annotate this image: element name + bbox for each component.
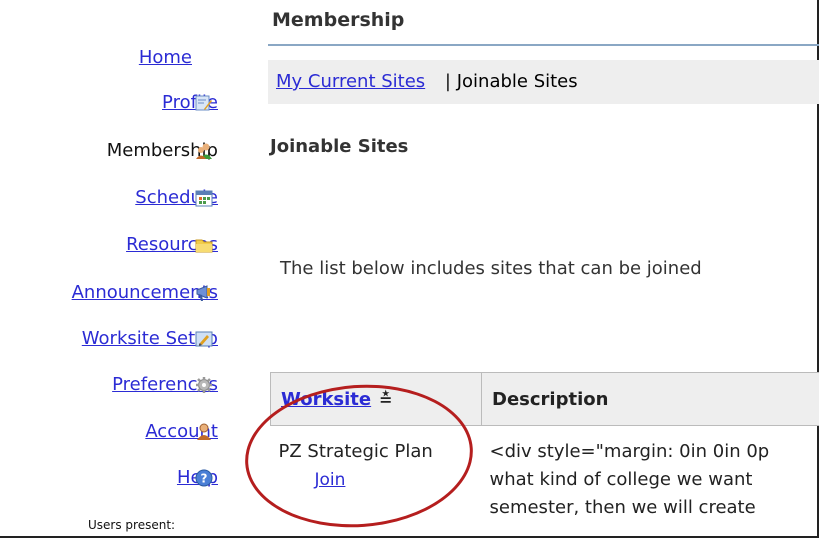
profile-icon	[195, 94, 213, 112]
membership-icon	[195, 142, 213, 160]
megaphone-icon	[195, 284, 213, 302]
gear-icon	[195, 376, 213, 394]
joinable-sites-label: Joinable Sites	[456, 71, 578, 92]
description-line: what kind of college we want	[489, 469, 753, 490]
tool-menu: Home Profile Membership Schedule Resourc…	[0, 0, 258, 541]
column-header-description: Description	[481, 372, 819, 426]
table-row: PZ Strategic Plan Join <div style="margi…	[271, 426, 820, 523]
join-button[interactable]: Join	[315, 466, 474, 494]
worksite-setup-icon	[195, 330, 213, 348]
users-present-label: Users present:	[88, 518, 176, 532]
description-cell: <div style="margin: 0in 0in 0p what kind…	[482, 426, 820, 523]
joinable-sites-table: Worksite ≛ Description PZ Strategic Plan …	[270, 372, 819, 522]
my-current-sites-link[interactable]: My Current Sites	[276, 71, 425, 92]
folder-icon	[195, 236, 213, 254]
section-heading: Joinable Sites	[270, 136, 409, 157]
account-icon	[195, 423, 213, 441]
page-title: Membership	[268, 0, 819, 46]
sub-navigation: My Current Sites | Joinable Sites	[268, 60, 819, 104]
nav-item-home[interactable]: Home	[139, 47, 192, 69]
calendar-icon	[195, 189, 213, 207]
subnav-separator: |	[444, 71, 451, 92]
worksite-name: PZ Strategic Plan	[278, 441, 433, 462]
description-line: semester, then we will create	[489, 497, 756, 518]
main-content: Membership My Current Sites | Joinable S…	[268, 0, 819, 541]
sort-worksite-link[interactable]: Worksite	[281, 389, 371, 410]
help-icon: ?	[195, 469, 213, 487]
instructions-text: The list below includes sites that can b…	[280, 258, 702, 279]
table-header-row: Worksite ≛ Description	[270, 372, 819, 426]
worksite-cell: PZ Strategic Plan Join	[271, 426, 482, 523]
svg-text:?: ?	[201, 472, 208, 486]
description-line: <div style="margin: 0in 0in 0p	[489, 441, 770, 462]
sort-ascending-icon[interactable]: ≛	[379, 390, 392, 409]
column-header-worksite[interactable]: Worksite ≛	[270, 372, 482, 426]
